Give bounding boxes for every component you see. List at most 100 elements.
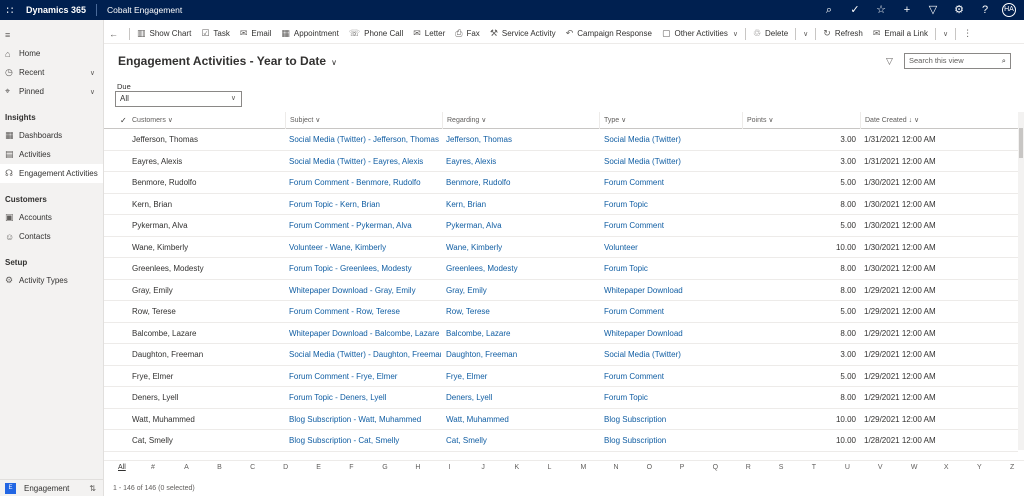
- cell-type[interactable]: Blog Subscription: [604, 409, 742, 430]
- cell-subject[interactable]: Forum Comment - Benmore, Rudolfo: [289, 172, 441, 193]
- cell-type[interactable]: Whitepaper Download: [604, 280, 742, 301]
- back-button[interactable]: ←: [104, 24, 127, 44]
- task-check-icon[interactable]: ✓: [842, 0, 868, 20]
- filter-icon[interactable]: ▽: [920, 0, 946, 20]
- table-row[interactable]: Cat, Smelly Blog Subscription - Cat, Smel…: [104, 430, 1018, 452]
- alpha-index-item[interactable]: Y: [977, 464, 982, 471]
- service-activity-button[interactable]: ⚒ Service Activity: [485, 24, 561, 44]
- cell-subject[interactable]: Social Media (Twitter) - Eayres, Alexis: [289, 151, 441, 172]
- alpha-index-item[interactable]: H: [415, 464, 420, 471]
- table-row[interactable]: Daughton, Freeman Social Media (Twitter) …: [104, 344, 1018, 366]
- delete-button[interactable]: ♲ Delete: [748, 24, 793, 44]
- alpha-index-item[interactable]: R: [746, 464, 751, 471]
- sidebar-item-accounts[interactable]: ▣ Accounts: [0, 208, 103, 227]
- select-all-checkbox[interactable]: ✓: [120, 116, 127, 125]
- column-header-date-created[interactable]: Date Created ↓ ∨: [861, 112, 1006, 129]
- table-row[interactable]: Greenlees, Modesty Forum Topic - Greenlee…: [104, 258, 1018, 280]
- cell-subject[interactable]: Forum Comment - Pykerman, Alva: [289, 215, 441, 236]
- alpha-index-item[interactable]: D: [283, 464, 288, 471]
- cell-regarding[interactable]: Cat, Smelly: [446, 430, 598, 451]
- due-filter-select[interactable]: All ∨: [115, 91, 242, 107]
- vertical-scrollbar[interactable]: [1018, 112, 1024, 450]
- cell-regarding[interactable]: Balcombe, Lazare: [446, 323, 598, 344]
- alpha-index-item[interactable]: N: [614, 464, 619, 471]
- table-row[interactable]: Jefferson, Thomas Social Media (Twitter) …: [104, 129, 1018, 151]
- column-header-type[interactable]: Type ∨: [600, 112, 743, 129]
- cell-subject[interactable]: Whitepaper Download - Balcombe, Lazare: [289, 323, 441, 344]
- campaign-response-button[interactable]: ↶ Campaign Response: [561, 24, 657, 44]
- cell-type[interactable]: Social Media (Twitter): [604, 151, 742, 172]
- cell-subject[interactable]: Forum Topic - Kern, Brian: [289, 194, 441, 215]
- chevron-down-icon[interactable]: ∨: [90, 69, 95, 77]
- alpha-index-item[interactable]: K: [514, 464, 519, 471]
- email-button[interactable]: ✉ Email: [235, 24, 277, 44]
- refresh-button[interactable]: ↻ Refresh: [818, 24, 868, 44]
- cell-subject[interactable]: Forum Topic - Deners, Lyell: [289, 387, 441, 408]
- hamburger-menu[interactable]: ≡: [0, 25, 103, 44]
- filter-icon[interactable]: ▽: [886, 56, 893, 67]
- alpha-index-item[interactable]: U: [845, 464, 850, 471]
- cell-regarding[interactable]: Eayres, Alexis: [446, 151, 598, 172]
- alpha-index-item[interactable]: W: [911, 464, 918, 471]
- cell-type[interactable]: Volunteer: [604, 237, 742, 258]
- column-header-points[interactable]: Points ∨: [743, 112, 861, 129]
- cell-regarding[interactable]: Deners, Lyell: [446, 387, 598, 408]
- task-button[interactable]: ☑ Task: [196, 24, 235, 44]
- other-activities-button[interactable]: ▢ Other Activities ∨: [657, 24, 743, 44]
- app-name[interactable]: Cobalt Engagement: [97, 5, 182, 15]
- cell-regarding[interactable]: Greenlees, Modesty: [446, 258, 598, 279]
- cell-subject[interactable]: Forum Topic - Greenlees, Modesty: [289, 258, 441, 279]
- alpha-index-item[interactable]: Q: [713, 464, 718, 471]
- alpha-index-item[interactable]: L: [547, 464, 551, 471]
- show-chart-button[interactable]: ▥ Show Chart: [132, 24, 196, 44]
- settings-icon[interactable]: ⚙: [946, 0, 972, 20]
- cell-subject[interactable]: Volunteer - Wane, Kimberly: [289, 237, 441, 258]
- app-launcher-icon[interactable]: ∷: [0, 0, 20, 20]
- cell-subject[interactable]: Whitepaper Download - Gray, Emily: [289, 280, 441, 301]
- table-row[interactable]: Watt, Muhammed Blog Subscription - Watt, …: [104, 409, 1018, 430]
- table-row[interactable]: Frye, Elmer Forum Comment - Frye, Elmer Fr…: [104, 366, 1018, 387]
- sidebar-item-home[interactable]: ⌂ Home: [0, 44, 103, 63]
- fax-button[interactable]: ⎙ Fax: [450, 24, 485, 44]
- sidebar-item-pinned[interactable]: ⌖ Pinned ∨: [0, 82, 103, 101]
- cell-type[interactable]: Forum Comment: [604, 366, 742, 387]
- table-row[interactable]: Row, Terese Forum Comment - Row, Terese Ro…: [104, 301, 1018, 323]
- sidebar-item-dashboards[interactable]: ▦ Dashboards: [0, 126, 103, 145]
- cell-subject[interactable]: Social Media (Twitter) - Jefferson, Thom…: [289, 129, 441, 150]
- cell-subject[interactable]: Blog Subscription - Watt, Muhammed: [289, 409, 441, 430]
- help-icon[interactable]: ?: [972, 0, 998, 20]
- cell-regarding[interactable]: Row, Terese: [446, 301, 598, 322]
- alpha-index-item[interactable]: T: [812, 464, 816, 471]
- alpha-index-item[interactable]: C: [250, 464, 255, 471]
- sidebar-item-activities[interactable]: ▤ Activities: [0, 145, 103, 164]
- cell-type[interactable]: Forum Comment: [604, 215, 742, 236]
- table-row[interactable]: Benmore, Rudolfo Forum Comment - Benmore,…: [104, 172, 1018, 194]
- cell-subject[interactable]: Forum Comment - Frye, Elmer: [289, 366, 441, 387]
- alpha-index-item[interactable]: V: [878, 464, 883, 471]
- search-icon[interactable]: ⌕: [816, 0, 842, 20]
- column-header-regarding[interactable]: Regarding ∨: [443, 112, 600, 129]
- cell-regarding[interactable]: Kern, Brian: [446, 194, 598, 215]
- cell-regarding[interactable]: Wane, Kimberly: [446, 237, 598, 258]
- sidebar-item-activity-types[interactable]: ⚙ Activity Types: [0, 271, 103, 290]
- cell-type[interactable]: Social Media (Twitter): [604, 129, 742, 150]
- alpha-index-item[interactable]: O: [647, 464, 652, 471]
- alpha-index-item[interactable]: J: [481, 464, 485, 471]
- lightbulb-icon[interactable]: ☆: [868, 0, 894, 20]
- area-switcher[interactable]: E Engagement ⇅: [0, 479, 104, 496]
- view-selector[interactable]: Engagement Activities - Year to Date ∨: [118, 54, 337, 68]
- avatar[interactable]: HA: [1002, 3, 1016, 17]
- cell-regarding[interactable]: Benmore, Rudolfo: [446, 172, 598, 193]
- table-row[interactable]: Wane, Kimberly Volunteer - Wane, Kimberly…: [104, 237, 1018, 258]
- table-row[interactable]: Eayres, Alexis Social Media (Twitter) - E…: [104, 151, 1018, 172]
- cell-subject[interactable]: Social Media (Twitter) - Daughton, Freem…: [289, 344, 441, 365]
- cell-type[interactable]: Forum Topic: [604, 258, 742, 279]
- table-row[interactable]: Kern, Brian Forum Topic - Kern, Brian Kern…: [104, 194, 1018, 215]
- alpha-index-item[interactable]: E: [316, 464, 321, 471]
- alpha-index-item[interactable]: X: [944, 464, 949, 471]
- alpha-index-item[interactable]: B: [217, 464, 222, 471]
- appointment-button[interactable]: ▦ Appointment: [276, 24, 343, 44]
- search-icon[interactable]: ⌕: [1002, 54, 1006, 68]
- email-link-button[interactable]: ✉ Email a Link: [868, 24, 933, 44]
- alpha-index-item[interactable]: G: [382, 464, 387, 471]
